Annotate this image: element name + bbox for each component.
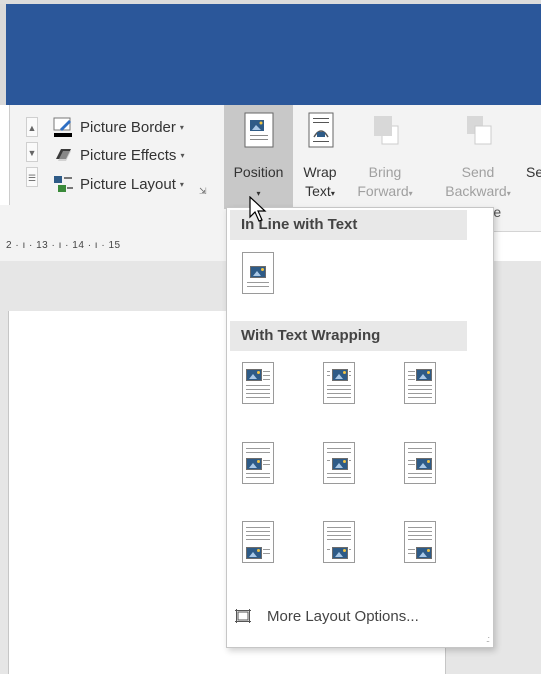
picture-effects-label: Picture Effects	[80, 146, 177, 164]
send-backward-label-2: Backward	[445, 183, 507, 199]
position-icon	[242, 110, 276, 150]
layout-bottom-center[interactable]	[323, 521, 355, 563]
layout-top-center[interactable]	[323, 362, 355, 404]
more-layout-options-label: More Layout Options...	[267, 607, 419, 625]
wrap-text-label-2: Text	[305, 183, 331, 199]
bring-forward-label-2: Forward	[357, 183, 409, 199]
mouse-cursor-icon	[249, 196, 267, 222]
picture-layout-dropdown: ▾	[179, 179, 184, 189]
picture-icon	[246, 547, 262, 559]
position-dropdown-menu: In Line with Text With Text Wrapping Mor…	[226, 207, 494, 648]
gallery-more-button[interactable]: ☰	[26, 167, 38, 187]
layout-middle-center[interactable]	[323, 442, 355, 484]
send-backward-button[interactable]: Send Backward▾	[438, 105, 518, 205]
picture-effects-button[interactable]: Picture Effects ▾	[52, 143, 184, 167]
picture-icon	[246, 369, 262, 381]
horizontal-ruler: 2 · ı · 13 · ı · 14 · ı · 15	[0, 231, 230, 261]
position-button[interactable]: Position ▾	[224, 105, 293, 209]
picture-icon	[416, 369, 432, 381]
layout-middle-right[interactable]	[404, 442, 436, 484]
picture-icon	[332, 458, 348, 470]
position-label: Position	[233, 164, 284, 180]
picture-layout-icon	[52, 173, 74, 195]
title-bar-edge	[0, 4, 6, 105]
picture-layout-button[interactable]: Picture Layout ▾	[52, 172, 184, 196]
wrap-text-dropdown: ▾	[330, 189, 335, 198]
layout-inline[interactable]	[242, 252, 274, 294]
layout-middle-left[interactable]	[242, 442, 274, 484]
picture-border-label: Picture Border	[80, 118, 176, 136]
gallery-scroll-down[interactable]: ▼	[26, 142, 38, 162]
wrap-text-button[interactable]: Wrap Text▾	[296, 105, 344, 205]
picture-effects-dropdown: ▾	[180, 150, 185, 160]
wrap-text-icon	[303, 110, 337, 150]
picture-border-icon	[52, 116, 74, 138]
gallery-scroll-buttons: ▲ ▼ ☰	[26, 117, 38, 192]
layout-top-left[interactable]	[242, 362, 274, 404]
bring-forward-icon	[368, 110, 402, 150]
picture-icon	[332, 547, 348, 559]
layout-bottom-left[interactable]	[242, 521, 274, 563]
bring-forward-button[interactable]: Bring Forward▾	[350, 105, 420, 205]
selection-pane-button-partial[interactable]: Se	[522, 105, 541, 205]
layout-top-right[interactable]	[404, 362, 436, 404]
picture-icon	[250, 266, 266, 278]
gallery-scroll-up[interactable]: ▲	[26, 117, 38, 137]
ribbon-left-edge	[0, 105, 10, 205]
picture-icon	[416, 547, 432, 559]
layout-bottom-right[interactable]	[404, 521, 436, 563]
picture-effects-icon	[52, 144, 74, 166]
selection-pane-label-partial: Se	[526, 164, 541, 180]
bring-forward-dropdown: ▾	[408, 189, 413, 198]
more-layout-options-item[interactable]: More Layout Options...	[235, 604, 419, 628]
title-bar	[0, 0, 541, 105]
send-backward-icon	[461, 110, 495, 150]
layout-options-icon	[235, 609, 251, 623]
resize-grip-icon[interactable]: .:	[486, 634, 490, 644]
picture-icon	[332, 369, 348, 381]
send-backward-dropdown: ▾	[506, 189, 511, 198]
picture-icon	[416, 458, 432, 470]
send-backward-label-1: Send	[461, 164, 495, 180]
picture-border-dropdown: ▾	[179, 122, 184, 132]
with-text-wrapping-header: With Text Wrapping	[230, 321, 467, 351]
picture-icon	[246, 458, 262, 470]
picture-border-button[interactable]: Picture Border ▾	[52, 115, 184, 139]
wrap-text-label-1: Wrap	[303, 164, 337, 180]
bring-forward-label-1: Bring	[368, 164, 402, 180]
dialog-launcher-icon[interactable]: ⇲	[199, 186, 209, 196]
picture-layout-label: Picture Layout	[80, 175, 176, 193]
